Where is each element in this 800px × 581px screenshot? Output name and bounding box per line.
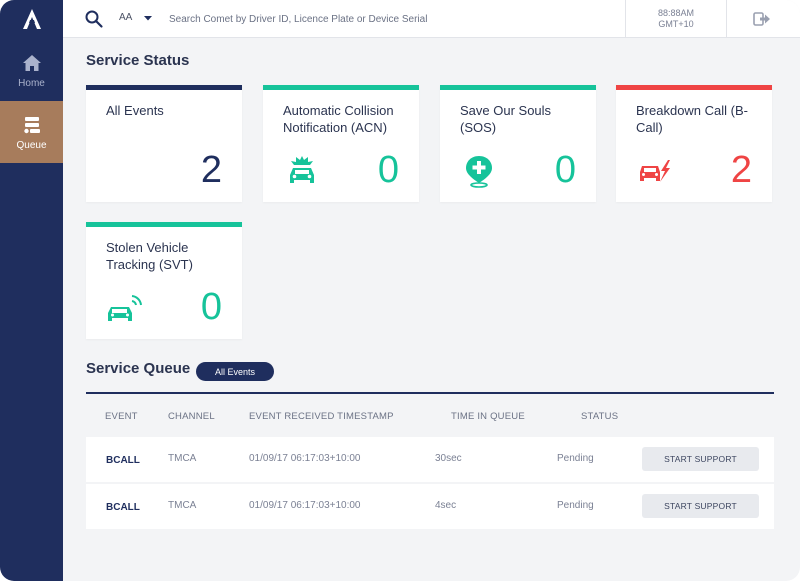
cell-event: BCALL [106,455,140,466]
queue-icon [23,116,40,133]
sidebar-item-queue[interactable]: Queue [0,101,63,163]
card-count: 0 [554,149,576,191]
card-label: All Events [106,103,164,118]
cell-timestamp: 01/09/17 06:17:03+10:00 [249,453,361,464]
filter-all-events-pill[interactable]: All Events [196,362,274,381]
search-icon[interactable] [84,9,104,29]
sidebar-item-home[interactable]: Home [0,39,63,101]
column-header-time-in-queue: TIME IN QUEUE [451,411,525,422]
status-card-bcall[interactable]: Breakdown Call (B-Call) 2 [616,85,772,202]
cell-event: BCALL [106,502,140,513]
card-count: 0 [200,286,222,328]
logout-icon[interactable] [753,11,771,27]
brand-logo[interactable] [0,0,63,38]
car-tracking-icon [108,295,142,321]
start-support-button[interactable]: START SUPPORT [642,447,759,471]
sidebar-item-label: Home [18,77,45,89]
card-label: Save Our Souls (SOS) [460,103,552,135]
sidebar: Home Queue [0,0,63,581]
cell-channel: TMCA [168,453,197,464]
card-label: Stolen Vehicle Tracking (SVT) [106,240,193,272]
card-label: Breakdown Call (B-Call) [636,103,748,135]
start-support-button[interactable]: START SUPPORT [642,494,759,518]
cell-time-in-queue: 30sec [435,453,462,464]
column-header-status: STATUS [581,411,619,422]
clock-time: 88:88AM [657,8,695,18]
divider [86,392,774,394]
cell-status: Pending [557,453,594,464]
top-bar: AA 88:88AM GMT+10 [63,0,800,38]
cell-status: Pending [557,500,594,511]
status-card-svt[interactable]: Stolen Vehicle Tracking (SVT) 0 [86,222,242,339]
table-row[interactable]: BCALL TMCA 01/09/17 06:17:03+10:00 30sec… [86,437,774,482]
search-input[interactable] [169,9,589,29]
service-status-title: Service Status [86,52,190,69]
card-count: 2 [730,149,752,191]
clock: 88:88AM GMT+10 [625,0,727,38]
cell-channel: TMCA [168,500,197,511]
car-crash-icon [290,156,314,183]
card-label: Automatic Collision Notification (ACN) [283,103,394,135]
card-count: 2 [200,149,222,191]
status-card-sos[interactable]: Save Our Souls (SOS) 0 [440,85,596,202]
status-card-all-events[interactable]: All Events 2 [86,85,242,202]
cell-timestamp: 01/09/17 06:17:03+10:00 [249,500,361,511]
logo-icon [22,9,41,29]
medical-pin-icon [466,156,492,188]
clock-timezone: GMT+10 [658,19,694,29]
column-header-channel: CHANNEL [168,411,215,422]
chevron-down-icon[interactable] [142,12,154,24]
car-breakdown-icon [640,160,670,182]
card-count: 0 [377,149,399,191]
table-row[interactable]: BCALL TMCA 01/09/17 06:17:03+10:00 4sec … [86,484,774,529]
status-card-acn[interactable]: Automatic Collision Notification (ACN) 0 [263,85,419,202]
column-header-timestamp: EVENT RECEIVED TIMESTAMP [249,411,394,422]
home-icon [22,54,41,71]
column-header-event: EVENT [105,411,138,422]
app-window: Home Queue AA 88:88AM GMT+10 [0,0,800,581]
service-queue-title: Service Queue [86,360,191,377]
org-select[interactable]: AA [119,12,132,23]
sidebar-item-label: Queue [16,139,47,151]
cell-time-in-queue: 4sec [435,500,457,511]
